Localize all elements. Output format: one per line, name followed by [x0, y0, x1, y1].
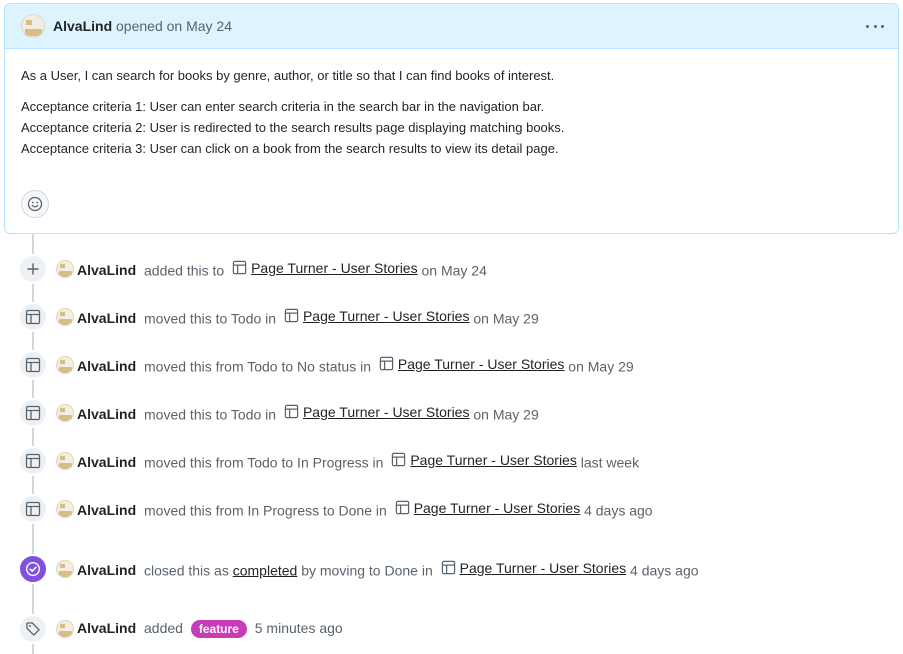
project-link[interactable]: Page Turner - User Stories — [251, 260, 418, 276]
project-link[interactable]: Page Turner - User Stories — [398, 356, 565, 372]
project-link[interactable]: Page Turner - User Stories — [460, 560, 627, 576]
event-text: moved this to Todo in — [144, 310, 277, 327]
event-badge — [18, 302, 48, 332]
comment-header: AlvaLind opened on May 24 — [5, 4, 898, 49]
event-time: on May 29 — [568, 358, 634, 375]
smiley-icon — [27, 196, 43, 212]
project-link[interactable]: Page Turner - User Stories — [410, 452, 577, 468]
avatar[interactable] — [56, 260, 74, 278]
table-icon — [232, 261, 247, 275]
project-link[interactable]: Page Turner - User Stories — [303, 308, 470, 324]
timeline-event: AlvaLind moved this to Todo in Page Turn… — [18, 398, 539, 428]
avatar[interactable] — [56, 560, 74, 578]
event-text: closed this as — [144, 562, 229, 579]
acceptance-criteria: Acceptance criteria 1: User can enter se… — [21, 96, 882, 159]
table-icon — [25, 309, 41, 325]
avatar[interactable] — [56, 356, 74, 374]
timeline-event: AlvaLind moved this from Todo to No stat… — [18, 350, 634, 380]
table-icon — [25, 357, 41, 373]
event-time: last week — [580, 454, 640, 471]
event-time: 4 days ago — [630, 562, 699, 579]
timeline-event: AlvaLind moved this to Todo in Page Turn… — [18, 302, 539, 332]
event-time: on May 29 — [473, 310, 539, 327]
event-time: on May 29 — [473, 406, 539, 423]
table-icon — [379, 357, 394, 371]
avatar[interactable] — [56, 404, 74, 422]
table-icon — [395, 501, 409, 515]
completed-link[interactable]: completed — [233, 562, 298, 578]
event-text: added — [144, 620, 183, 636]
avatar[interactable] — [56, 452, 74, 470]
table-icon — [284, 309, 299, 323]
event-time: 4 days ago — [584, 502, 653, 519]
issue-comment: AlvaLind opened on May 24 As a User, I c… — [4, 3, 899, 234]
tag-icon — [26, 622, 40, 636]
event-author[interactable]: AlvaLind — [77, 406, 136, 422]
project-link[interactable]: Page Turner - User Stories — [303, 404, 470, 420]
timeline-event: AlvaLind moved this from In Progress to … — [18, 494, 653, 524]
feature-label[interactable]: feature — [190, 620, 247, 638]
event-badge — [18, 494, 48, 524]
event-text: moved this from Todo to In Progress in — [144, 454, 384, 471]
body-paragraph: As a User, I can search for books by gen… — [21, 68, 555, 83]
kebab-menu-icon[interactable] — [866, 17, 884, 35]
table-icon — [284, 405, 299, 419]
table-icon — [25, 501, 41, 517]
table-icon — [392, 453, 406, 467]
event-badge — [18, 254, 48, 284]
event-badge — [18, 350, 48, 380]
timeline-line — [32, 234, 34, 654]
criteria-line: Acceptance criteria 2: User is redirecte… — [21, 120, 565, 135]
event-author[interactable]: AlvaLind — [77, 358, 136, 374]
comment-body: As a User, I can search for books by gen… — [5, 49, 898, 159]
check-circle-icon — [25, 561, 41, 577]
event-badge — [18, 446, 48, 476]
plus-icon — [27, 263, 39, 275]
event-text: moved this from Todo to No status in — [144, 358, 371, 375]
event-author[interactable]: AlvaLind — [77, 310, 136, 326]
project-link[interactable]: Page Turner - User Stories — [414, 500, 581, 516]
opened-text: opened on May 24 — [116, 18, 232, 34]
timeline-event-label: AlvaLind added feature 5 minutes ago — [18, 614, 343, 644]
event-author[interactable]: AlvaLind — [77, 562, 136, 578]
event-text: added this to — [144, 262, 225, 279]
author-avatar[interactable] — [21, 14, 45, 38]
event-badge — [18, 398, 48, 428]
timeline-event-closed: AlvaLind closed this as completed by mov… — [18, 554, 699, 584]
avatar[interactable] — [56, 620, 74, 638]
event-badge — [18, 554, 48, 584]
avatar[interactable] — [56, 308, 74, 326]
event-text: moved this from In Progress to Done in — [144, 502, 387, 519]
event-badge — [18, 614, 48, 644]
event-author[interactable]: AlvaLind — [77, 454, 136, 470]
avatar[interactable] — [56, 500, 74, 518]
table-icon — [441, 561, 455, 575]
criteria-line: Acceptance criteria 1: User can enter se… — [21, 99, 545, 114]
criteria-line: Acceptance criteria 3: User can click on… — [21, 141, 559, 156]
comment-header-text: AlvaLind opened on May 24 — [53, 18, 232, 34]
table-icon — [25, 453, 41, 469]
event-author[interactable]: AlvaLind — [77, 620, 136, 636]
author-name[interactable]: AlvaLind — [53, 18, 112, 34]
event-text: moved this to Todo in — [144, 406, 277, 423]
table-icon — [25, 405, 41, 421]
timeline-event: AlvaLind added this to Page Turner - Use… — [18, 254, 487, 284]
event-time: 5 minutes ago — [254, 620, 343, 636]
event-text: by moving to Done in — [301, 562, 433, 579]
event-author[interactable]: AlvaLind — [77, 262, 136, 278]
add-reaction-button[interactable] — [21, 190, 49, 218]
event-author[interactable]: AlvaLind — [77, 502, 136, 518]
event-time: on May 24 — [421, 262, 487, 279]
timeline-event: AlvaLind moved this from Todo to In Prog… — [18, 446, 639, 476]
